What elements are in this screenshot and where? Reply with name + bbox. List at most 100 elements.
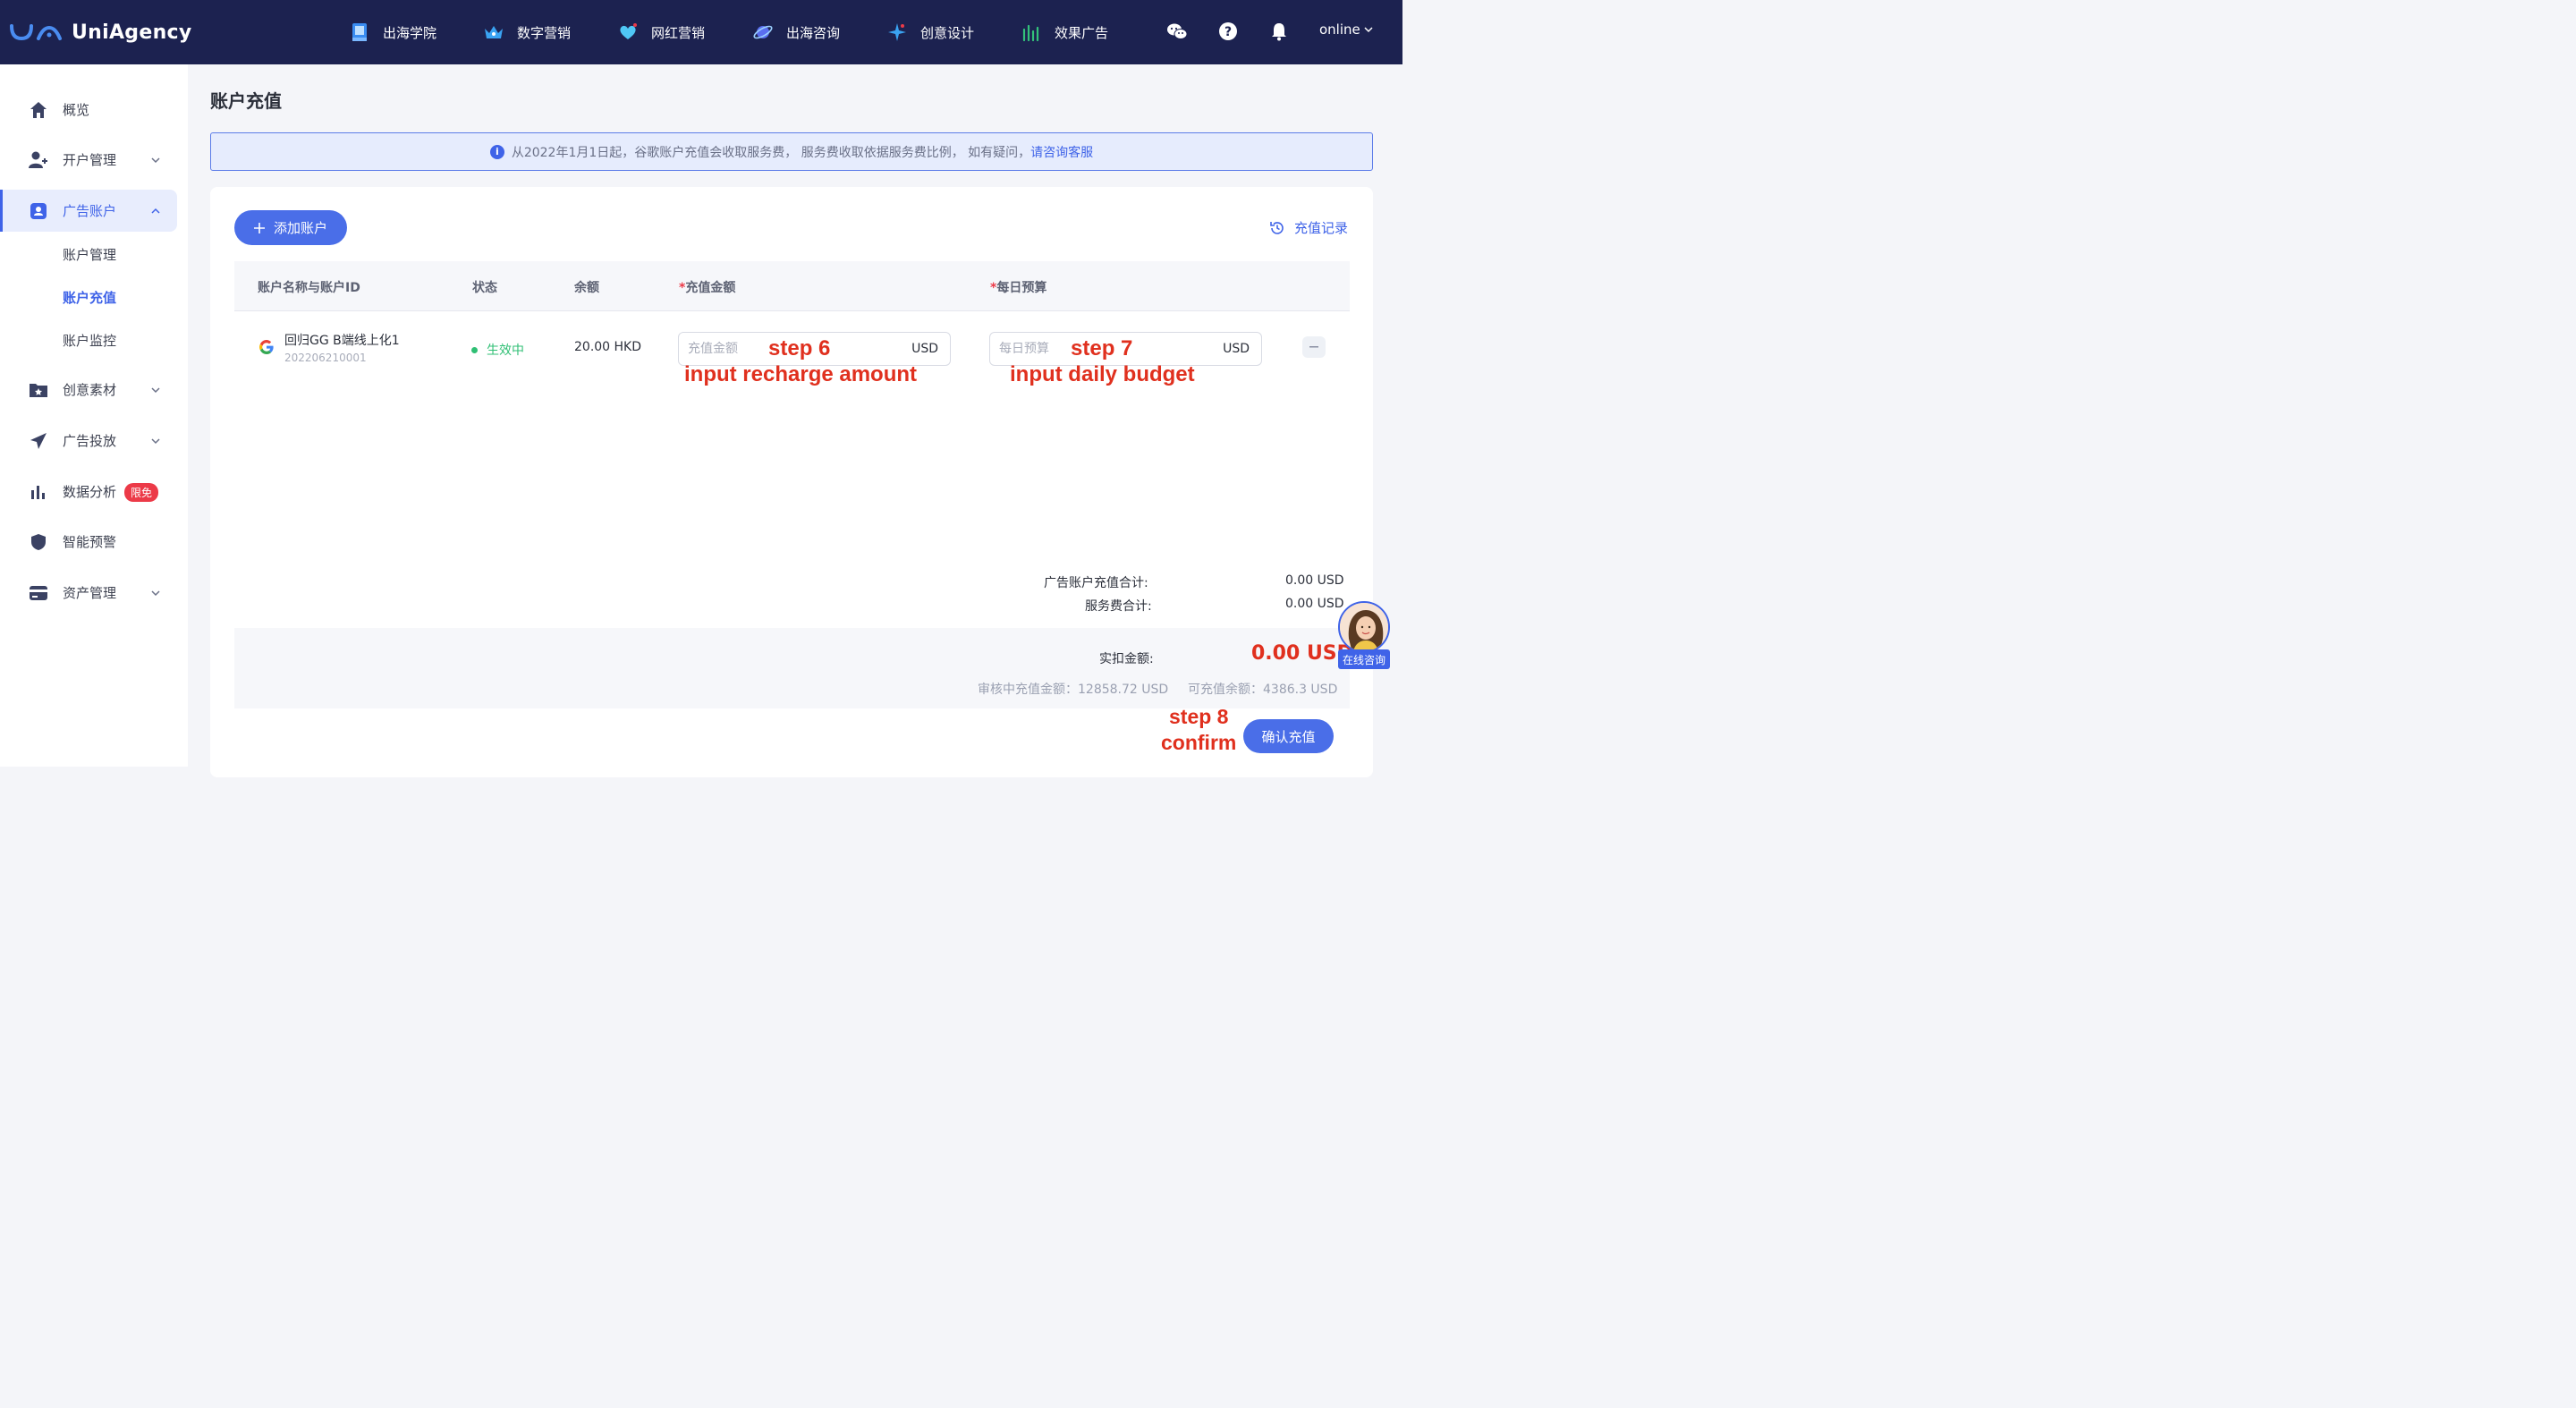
sidebar-item-label: 概览	[63, 102, 90, 118]
table-header: 账户名称与账户ID 状态 余额 *充值金额 *每日预算	[234, 261, 1350, 311]
pending-recharge-amount: 审核中充值金额：12858.72 USD	[978, 683, 1169, 697]
minus-icon	[1309, 346, 1318, 348]
step7-annotation: step 7	[1071, 336, 1133, 360]
chevron-down-icon	[151, 589, 160, 596]
bell-icon[interactable]	[1267, 20, 1291, 43]
nav-label: 数字营销	[517, 24, 572, 41]
account-id: 202206210001	[284, 352, 367, 364]
sidebar-sub-account-monitoring[interactable]: 账户监控	[63, 331, 116, 350]
crown-icon	[483, 21, 504, 43]
nav-label: 出海咨询	[786, 24, 841, 41]
chevron-down-icon	[151, 157, 160, 163]
step6-description: input recharge amount	[684, 362, 918, 386]
page-title: 账户充值	[210, 90, 282, 112]
status-text: 生效中	[487, 344, 524, 358]
book-icon	[349, 21, 370, 43]
sidebar-item-ad-accounts[interactable]: 广告账户	[0, 190, 177, 232]
google-icon	[259, 340, 274, 354]
nav-digital-marketing[interactable]: 数字营销	[483, 18, 571, 47]
sidebar-item-data-analysis[interactable]: 数据分析 限免	[0, 471, 177, 513]
account-icon	[29, 201, 48, 221]
user-menu[interactable]: online	[1319, 21, 1373, 38]
account-balance: 20.00 HKD	[574, 340, 642, 354]
sidebar-sub-account-recharge[interactable]: 账户充值	[63, 288, 116, 307]
online-consult-widget[interactable]: 在线咨询	[1336, 601, 1392, 673]
nav-label: 创意设计	[920, 24, 975, 41]
limited-free-badge: 限免	[124, 483, 159, 502]
budget-unit: USD	[1223, 342, 1250, 356]
nav-influencer[interactable]: 网红营销	[617, 18, 705, 47]
recharge-history-label: 充值记录	[1294, 220, 1349, 236]
sidebar-item-label: 资产管理	[63, 585, 117, 601]
add-account-button[interactable]: 添加账户	[234, 210, 347, 245]
summary-panel	[234, 628, 1350, 708]
chevron-down-icon	[1364, 27, 1373, 33]
chart-icon	[1021, 21, 1042, 43]
sidebar-item-label: 创意素材	[63, 382, 117, 398]
service-fee-value: 0.00 USD	[1285, 597, 1344, 611]
recharge-total-value: 0.00 USD	[1285, 573, 1344, 588]
nav-label: 网红营销	[651, 24, 706, 41]
recharge-unit: USD	[911, 342, 938, 356]
brand-logo[interactable]: UniAgency	[9, 16, 192, 48]
sidebar-item-overview[interactable]: 概览	[0, 89, 177, 131]
brand-name: UniAgency	[72, 21, 192, 44]
home-icon	[29, 100, 48, 120]
sidebar-item-label: 广告账户	[63, 203, 117, 219]
sidebar-item-asset-management[interactable]: 资产管理	[0, 572, 177, 614]
actual-amount-label: 实扣金额:	[1099, 652, 1154, 666]
column-header-daily-budget: *每日预算	[990, 281, 1047, 295]
nav-label: 出海学院	[383, 24, 437, 41]
info-icon: i	[489, 144, 504, 159]
remove-row-button[interactable]	[1302, 336, 1326, 358]
help-icon[interactable]: ?	[1216, 20, 1240, 43]
sidebar-item-label: 开户管理	[63, 152, 117, 168]
status-badge: 生效中	[471, 341, 524, 359]
notice-text: 从2022年1月1日起，谷歌账户充值会收取服务费， 服务费收取依据服务费比例， …	[511, 145, 1031, 160]
recharge-total-label: 广告账户充值合计:	[1044, 576, 1148, 590]
confirm-recharge-button[interactable]: 确认充值	[1243, 719, 1334, 753]
username: online	[1319, 21, 1360, 38]
column-header-balance: 余额	[574, 281, 599, 295]
nav-academy[interactable]: 出海学院	[349, 18, 436, 47]
bar-chart-icon	[29, 482, 48, 502]
nav-consulting[interactable]: 出海咨询	[752, 18, 840, 47]
send-icon	[29, 431, 48, 451]
wechat-icon[interactable]	[1165, 20, 1189, 43]
contact-support-link[interactable]: 请咨询客服	[1030, 143, 1093, 161]
nav-label: 效果广告	[1055, 24, 1109, 41]
user-add-icon	[29, 150, 48, 170]
planet-icon	[752, 21, 774, 43]
column-header-status: 状态	[472, 281, 497, 295]
nav-performance-ads[interactable]: 效果广告	[1021, 18, 1108, 47]
card-icon	[29, 583, 48, 603]
sidebar-item-creative-assets[interactable]: 创意素材	[0, 369, 177, 411]
folder-star-icon	[29, 380, 48, 400]
consultant-avatar	[1338, 601, 1390, 653]
step6-annotation: step 6	[768, 336, 831, 360]
account-name: 回归GG B端线上化1	[284, 334, 400, 348]
recharge-history-link[interactable]: 充值记录	[1269, 218, 1348, 237]
sidebar-item-label: 数据分析	[63, 484, 117, 500]
sparkle-icon	[886, 21, 908, 43]
sidebar-sub-account-management[interactable]: 账户管理	[63, 245, 116, 264]
column-header-account: 账户名称与账户ID	[258, 281, 360, 295]
nav-creative-design[interactable]: 创意设计	[886, 18, 974, 47]
uniagency-logo-icon	[10, 24, 62, 41]
sidebar-item-label: 广告投放	[63, 433, 117, 449]
add-account-label: 添加账户	[273, 220, 327, 236]
step8-description: confirm	[1161, 731, 1237, 754]
step8-annotation: step 8	[1169, 705, 1229, 728]
sidebar-item-ad-delivery[interactable]: 广告投放	[0, 420, 177, 462]
sidebar-item-account-opening[interactable]: 开户管理	[0, 139, 177, 181]
chevron-up-icon	[151, 208, 160, 214]
sidebar-item-smart-alert[interactable]: 智能预警	[0, 521, 177, 563]
shield-icon	[29, 532, 48, 552]
column-header-recharge-amount: *充值金额	[679, 281, 736, 295]
chevron-down-icon	[151, 437, 160, 444]
service-fee-label: 服务费合计:	[1085, 599, 1152, 614]
heart-icon	[617, 21, 639, 43]
svg-text:?: ?	[1224, 25, 1232, 39]
available-recharge-balance: 可充值余额：4386.3 USD	[1188, 683, 1338, 697]
top-navigation-bar: UniAgency 出海学院 数字营销 网红营销 出海咨询 创意设计 效果广告 …	[0, 0, 1402, 64]
